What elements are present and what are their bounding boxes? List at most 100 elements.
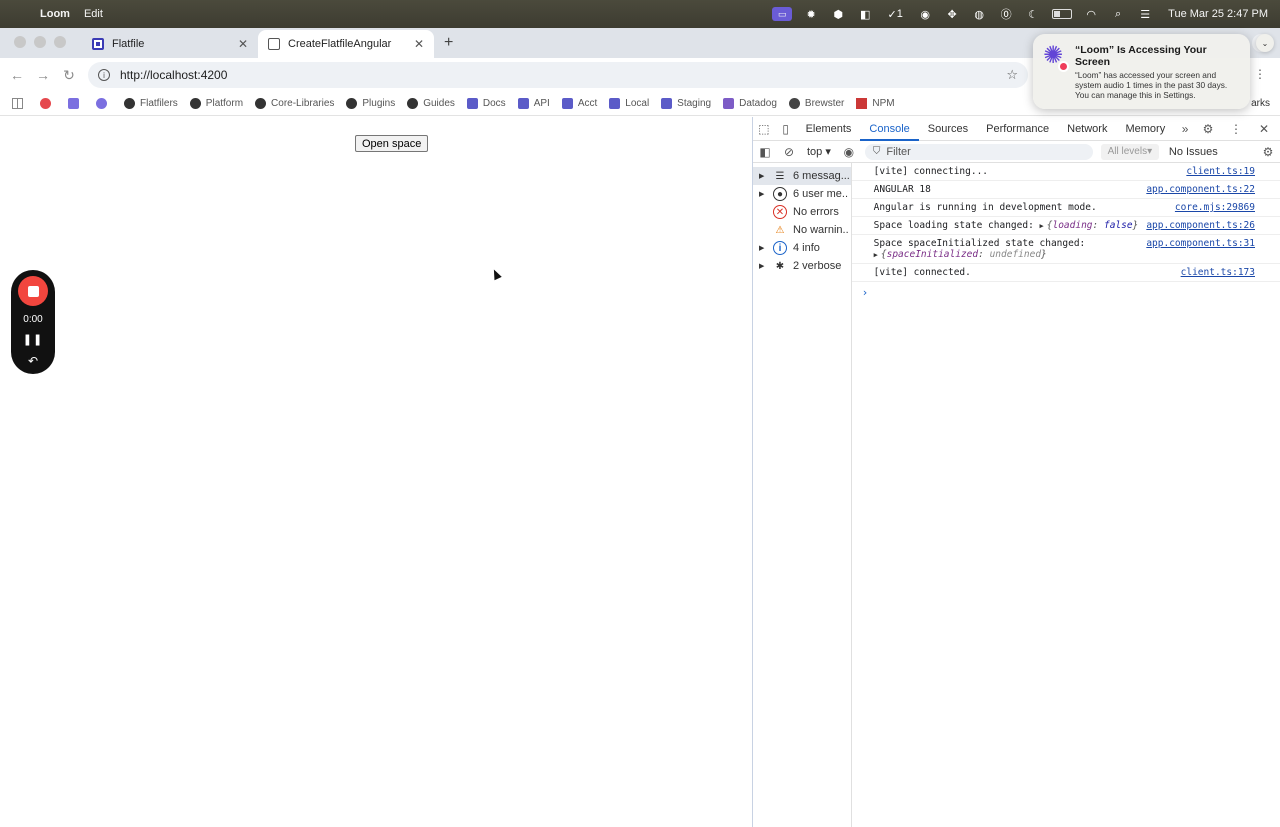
- bookmark-plugins[interactable]: Plugins: [346, 98, 395, 109]
- zoom-window-button[interactable]: [54, 36, 66, 48]
- more-tabs-icon[interactable]: »: [1174, 122, 1196, 136]
- password-icon[interactable]: ⓪: [998, 7, 1014, 21]
- bookmark-p[interactable]: [68, 98, 84, 109]
- close-icon[interactable]: ✕: [238, 37, 248, 51]
- bookmark-label: Plugins: [362, 98, 396, 109]
- target-icon[interactable]: ◉: [917, 7, 933, 21]
- settings-icon[interactable]: ✹: [803, 7, 819, 21]
- menu-app-name[interactable]: Loom: [40, 8, 70, 20]
- minimize-window-button[interactable]: [34, 36, 46, 48]
- kebab-menu-icon[interactable]: ⋮: [1224, 122, 1248, 136]
- expand-arrow-icon[interactable]: ▶: [759, 244, 769, 252]
- app-icon[interactable]: ◧: [857, 7, 873, 21]
- log-levels-dropdown[interactable]: All levels ▾: [1100, 143, 1159, 160]
- source-link[interactable]: core.mjs:29869: [1175, 202, 1255, 213]
- sidebar-item-warnings[interactable]: ⚠ No warnin...: [753, 221, 851, 239]
- inspect-element-icon[interactable]: ⬚: [753, 122, 775, 136]
- bookmark-acct[interactable]: Acct: [561, 98, 597, 109]
- source-link[interactable]: app.component.ts:22: [1146, 184, 1255, 195]
- site-info-icon[interactable]: i: [98, 69, 110, 81]
- search-icon[interactable]: ⌕: [1110, 7, 1126, 21]
- context-selector[interactable]: top ▾: [801, 145, 837, 158]
- bookmark-core-libraries[interactable]: Core-Libraries: [255, 98, 334, 109]
- bookmark-red[interactable]: [40, 98, 56, 109]
- bookmark-star-icon[interactable]: ☆: [1006, 67, 1018, 83]
- app-icon[interactable]: ⬢: [830, 7, 846, 21]
- device-toolbar-icon[interactable]: ▯: [775, 122, 797, 136]
- sidebar-item-info[interactable]: ▶ i 4 info: [753, 239, 851, 257]
- control-center-icon[interactable]: ☰: [1137, 7, 1153, 21]
- stop-recording-button[interactable]: [18, 276, 48, 306]
- source-link[interactable]: app.component.ts:26: [1146, 220, 1255, 231]
- bookmark-guides[interactable]: Guides: [407, 98, 455, 109]
- screen-access-notification[interactable]: ✺ “Loom” Is Accessing Your Screen “Loom”…: [1033, 34, 1250, 109]
- bookmark-docs[interactable]: Docs: [466, 98, 506, 109]
- bookmark-platform[interactable]: Platform: [189, 98, 243, 109]
- omnibox[interactable]: i http://localhost:4200 ☆: [88, 62, 1028, 88]
- expand-arrow-icon[interactable]: ▶: [759, 262, 769, 270]
- close-window-button[interactable]: [14, 36, 26, 48]
- object-preview[interactable]: ▶ {loading: false}: [1040, 220, 1139, 231]
- undo-icon[interactable]: ↶: [28, 354, 38, 368]
- shield-icon[interactable]: ◍: [971, 7, 987, 21]
- bookmark-brewster[interactable]: Brewster: [788, 98, 844, 109]
- move-icon[interactable]: ✥: [944, 7, 960, 21]
- tab-create-flatfile-angular[interactable]: CreateFlatfileAngular ✕: [258, 30, 434, 58]
- bookmark-apps[interactable]: [12, 98, 28, 109]
- sidebar-item-messages[interactable]: ▶ ☰ 6 messag...: [753, 167, 851, 185]
- bookmark-staging[interactable]: Staging: [661, 98, 711, 109]
- bookmark-local[interactable]: Local: [609, 98, 649, 109]
- back-button[interactable]: ←: [4, 67, 30, 83]
- wifi-icon[interactable]: ◠: [1083, 7, 1099, 21]
- expand-arrow-icon[interactable]: ▶: [1040, 222, 1044, 230]
- bookmark-datadog[interactable]: Datadog: [723, 98, 777, 109]
- close-icon[interactable]: ✕: [414, 37, 424, 51]
- open-space-button[interactable]: Open space: [355, 135, 429, 152]
- sidebar-item-verbose[interactable]: ▶ ✱ 2 verbose: [753, 257, 851, 275]
- bookmark-label: NPM: [872, 98, 895, 109]
- menu-edit[interactable]: Edit: [84, 8, 103, 20]
- tab-performance[interactable]: Performance: [977, 117, 1058, 141]
- tab-network[interactable]: Network: [1058, 117, 1116, 141]
- sidebar-toggle-icon[interactable]: ◧: [753, 145, 777, 159]
- source-link[interactable]: client.ts:173: [1181, 267, 1255, 278]
- checklist-icon[interactable]: ✓ 1: [884, 7, 906, 21]
- battery-icon[interactable]: [1052, 9, 1073, 19]
- eye-icon[interactable]: ◉: [837, 145, 861, 159]
- tab-flatfile[interactable]: Flatfile ✕: [82, 30, 258, 58]
- bookmark-npm[interactable]: NPM: [856, 98, 895, 109]
- console-prompt[interactable]: ›: [852, 282, 1280, 299]
- tab-console[interactable]: Console: [860, 117, 919, 141]
- notification-expand-chevron-icon[interactable]: ⌄: [1256, 34, 1274, 52]
- sidebar-item-user-messages[interactable]: ▶ ● 6 user me...: [753, 185, 851, 203]
- expand-arrow-icon[interactable]: ▶: [759, 172, 769, 180]
- moon-icon[interactable]: ☾: [1025, 7, 1041, 21]
- expand-arrow-icon[interactable]: ▶: [759, 190, 769, 198]
- bookmark-cloud[interactable]: [96, 98, 112, 109]
- all-bookmarks-link[interactable]: arks: [1251, 98, 1270, 109]
- browser-menu-icon[interactable]: ⋮: [1254, 67, 1266, 81]
- new-tab-button[interactable]: +: [434, 34, 463, 58]
- forward-button[interactable]: →: [30, 67, 56, 83]
- source-link[interactable]: client.ts:19: [1186, 166, 1255, 177]
- sidebar-item-errors[interactable]: ✕ No errors: [753, 203, 851, 221]
- reload-button[interactable]: ↻: [56, 67, 82, 84]
- gear-icon[interactable]: ⚙: [1256, 145, 1280, 159]
- bookmark-api[interactable]: API: [517, 98, 550, 109]
- url-text[interactable]: http://localhost:4200: [120, 68, 227, 82]
- clear-console-icon[interactable]: ⊘: [777, 145, 801, 159]
- expand-arrow-icon[interactable]: ▶: [874, 251, 878, 259]
- close-icon[interactable]: ✕: [1252, 122, 1276, 136]
- recording-icon[interactable]: ▭: [772, 7, 793, 21]
- menubar-clock[interactable]: Tue Mar 25 2:47 PM: [1168, 8, 1268, 20]
- gear-icon[interactable]: ⚙: [1196, 122, 1220, 136]
- pause-icon[interactable]: ❚❚: [23, 333, 43, 346]
- tab-elements[interactable]: Elements: [797, 117, 861, 141]
- issues-counter[interactable]: No Issues: [1169, 146, 1218, 158]
- source-link[interactable]: app.component.ts:31: [1146, 238, 1255, 260]
- tab-memory[interactable]: Memory: [1116, 117, 1174, 141]
- bookmark-flatfilers[interactable]: Flatfilers: [124, 98, 178, 109]
- object-preview[interactable]: ▶ {spaceInitialized: undefined}: [874, 249, 1047, 260]
- filter-input[interactable]: ⛉ Filter: [864, 143, 1093, 160]
- tab-sources[interactable]: Sources: [919, 117, 977, 141]
